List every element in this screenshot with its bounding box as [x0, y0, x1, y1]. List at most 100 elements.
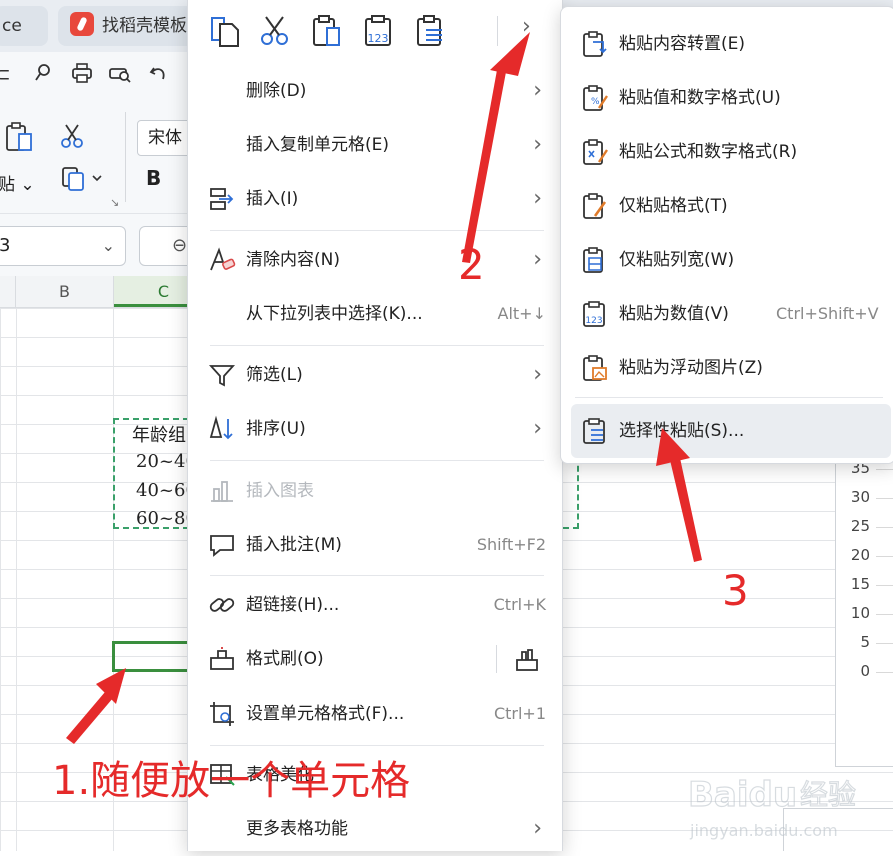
menu-separator	[210, 575, 544, 576]
cut-icon[interactable]	[58, 122, 86, 150]
chevron-right-icon: ›	[533, 416, 542, 441]
menu-separator	[210, 745, 544, 746]
chart-gridline	[876, 556, 893, 557]
copy-icon[interactable]	[208, 14, 242, 48]
chevron-right-icon: ›	[533, 816, 542, 841]
submenu-item-paste-as-values[interactable]: 123 粘贴为数值(V) Ctrl+Shift+V	[561, 287, 893, 341]
chart-gridline	[876, 527, 893, 528]
chart-y-tick-label: 10	[850, 604, 870, 622]
save-icon[interactable]: ⊂	[0, 62, 11, 86]
shortcut-label: Ctrl+1	[493, 704, 546, 723]
cell-header[interactable]: 年龄组	[132, 421, 186, 447]
chart-gridline	[876, 643, 893, 644]
menu-item-filter[interactable]: 筛选(L) ›	[188, 348, 564, 402]
menu-item-format-cells[interactable]: 设置单元格格式(F)... Ctrl+1	[188, 687, 564, 741]
menu-separator	[210, 345, 544, 346]
paste-special-icon	[583, 418, 605, 444]
undo-icon[interactable]	[148, 62, 170, 89]
format-painter-icon[interactable]	[513, 646, 541, 674]
chart-gridline	[876, 614, 893, 615]
docer-logo-icon	[70, 12, 94, 36]
chevron-right-icon: ›	[533, 186, 542, 211]
baidu-watermark-logo: Baidu 经验 jingyan.baidu.com	[688, 774, 857, 840]
chevron-right-icon: ›	[533, 78, 542, 103]
paste-values-format-icon: %	[583, 85, 608, 111]
name-box[interactable]: 3 ⌄	[0, 226, 126, 266]
paste-icon[interactable]	[4, 122, 36, 154]
chart-y-tick-label: 15	[850, 575, 870, 593]
chart-icon	[211, 481, 233, 502]
menu-item-insert-chart: 插入图表	[188, 464, 564, 518]
insert-row-icon	[210, 188, 234, 210]
chart-y-tick-label: 30	[850, 488, 870, 506]
menu-item-delete[interactable]: 删除(D) ›	[188, 64, 564, 118]
context-menu: 123 › 删除(D) › 插入复制单元格(E) › 插入(I) › 清除内容(…	[187, 0, 563, 851]
format-painter-icon	[210, 647, 234, 670]
tab-template[interactable]: 找稻壳模板	[58, 6, 198, 46]
paste-values-icon: 123	[583, 301, 605, 327]
submenu-item-paste-formats-only[interactable]: 仅粘贴格式(T)	[561, 179, 893, 233]
submenu-item-paste-as-picture[interactable]: 粘贴为浮动图片(Z)	[561, 341, 893, 395]
shortcut-label: Shift+F2	[476, 535, 546, 554]
menu-item-insert[interactable]: 插入(I) ›	[188, 172, 564, 226]
bold-button[interactable]: B	[146, 166, 161, 190]
chevron-right-icon: ›	[533, 362, 542, 387]
find-icon[interactable]	[32, 62, 54, 89]
menu-item-format-painter[interactable]: 格式刷(O)	[188, 632, 564, 686]
menu-item-sort[interactable]: 排序(U) ›	[188, 402, 564, 456]
shortcut-label: Ctrl+K	[493, 595, 546, 614]
dialog-launcher-icon[interactable]: ↘	[110, 196, 119, 209]
chevron-down-icon[interactable]: ⌄	[102, 227, 115, 265]
copy-icon[interactable]	[60, 164, 106, 192]
paste-transpose-icon	[583, 31, 607, 57]
submenu-item-paste-formulas-number-format[interactable]: 粘贴公式和数字格式(R)	[561, 125, 893, 179]
print-icon[interactable]	[70, 62, 94, 89]
cut-icon[interactable]	[258, 14, 292, 48]
submenu-item-paste-values-number-format[interactable]: % 粘贴值和数字格式(U)	[561, 71, 893, 125]
column-header-cell[interactable]	[0, 276, 16, 307]
tab-label: ce	[2, 16, 22, 36]
menu-separator	[496, 645, 497, 673]
filter-icon	[208, 365, 236, 387]
tab-document[interactable]: ce	[0, 6, 48, 46]
menu-separator	[575, 397, 883, 398]
paste-button[interactable]: 贴 ⌄	[0, 170, 35, 195]
submenu-item-paste-special[interactable]: 选择性粘贴(S)...	[571, 404, 891, 458]
menu-item-hyperlink[interactable]: 超链接(H)... Ctrl+K	[188, 578, 564, 632]
annotation-step-3: 3	[722, 566, 749, 615]
paste-column-width-icon	[583, 247, 603, 273]
selected-cell[interactable]	[112, 641, 192, 672]
paste-submenu: 粘贴内容转置(E) % 粘贴值和数字格式(U) 粘贴公式和数字格式(R) 仅粘贴…	[560, 6, 893, 464]
paste-format-icon	[583, 193, 607, 219]
paste-values-icon[interactable]: 123	[362, 14, 396, 48]
menu-item-clear-contents[interactable]: 清除内容(N) ›	[188, 233, 564, 287]
menu-item-pick-from-list[interactable]: 从下拉列表中选择(K)... Alt+↓	[188, 287, 564, 341]
chart-y-tick-label: 20	[850, 546, 870, 564]
chart-y-tick-label: 0	[860, 662, 870, 680]
print-preview-icon[interactable]	[108, 62, 132, 89]
format-cells-icon	[210, 702, 234, 726]
chart-y-tick-label: 25	[850, 517, 870, 535]
annotation-step-2: 2	[458, 240, 485, 289]
sort-icon	[209, 415, 233, 440]
menu-item-more-table-features[interactable]: 更多表格功能 ›	[188, 802, 564, 856]
paste-special-icon[interactable]	[414, 14, 448, 48]
menu-item-insert-comment[interactable]: 插入批注(M) Shift+F2	[188, 518, 564, 572]
svg-text:123: 123	[585, 316, 602, 326]
eraser-icon	[210, 247, 236, 271]
shortcut-label: Ctrl+Shift+V	[776, 304, 879, 323]
annotation-step-1: 1.随便放一个单元格	[52, 758, 411, 804]
grid-line	[16, 308, 17, 851]
chevron-right-icon[interactable]: ›	[522, 14, 531, 39]
menu-separator	[210, 460, 544, 461]
submenu-item-paste-transpose[interactable]: 粘贴内容转置(E)	[561, 17, 893, 71]
svg-text:%: %	[591, 97, 600, 107]
column-header-b[interactable]: B	[16, 276, 114, 307]
menu-item-insert-copied-cells[interactable]: 插入复制单元格(E) ›	[188, 118, 564, 172]
svg-text:jingyan.baidu.com: jingyan.baidu.com	[689, 821, 838, 840]
svg-text:123: 123	[368, 32, 389, 45]
paste-icon[interactable]	[310, 14, 344, 48]
submenu-item-paste-column-width[interactable]: 仅粘贴列宽(W)	[561, 233, 893, 287]
comment-icon	[210, 535, 234, 557]
chart-gridline	[876, 469, 893, 470]
